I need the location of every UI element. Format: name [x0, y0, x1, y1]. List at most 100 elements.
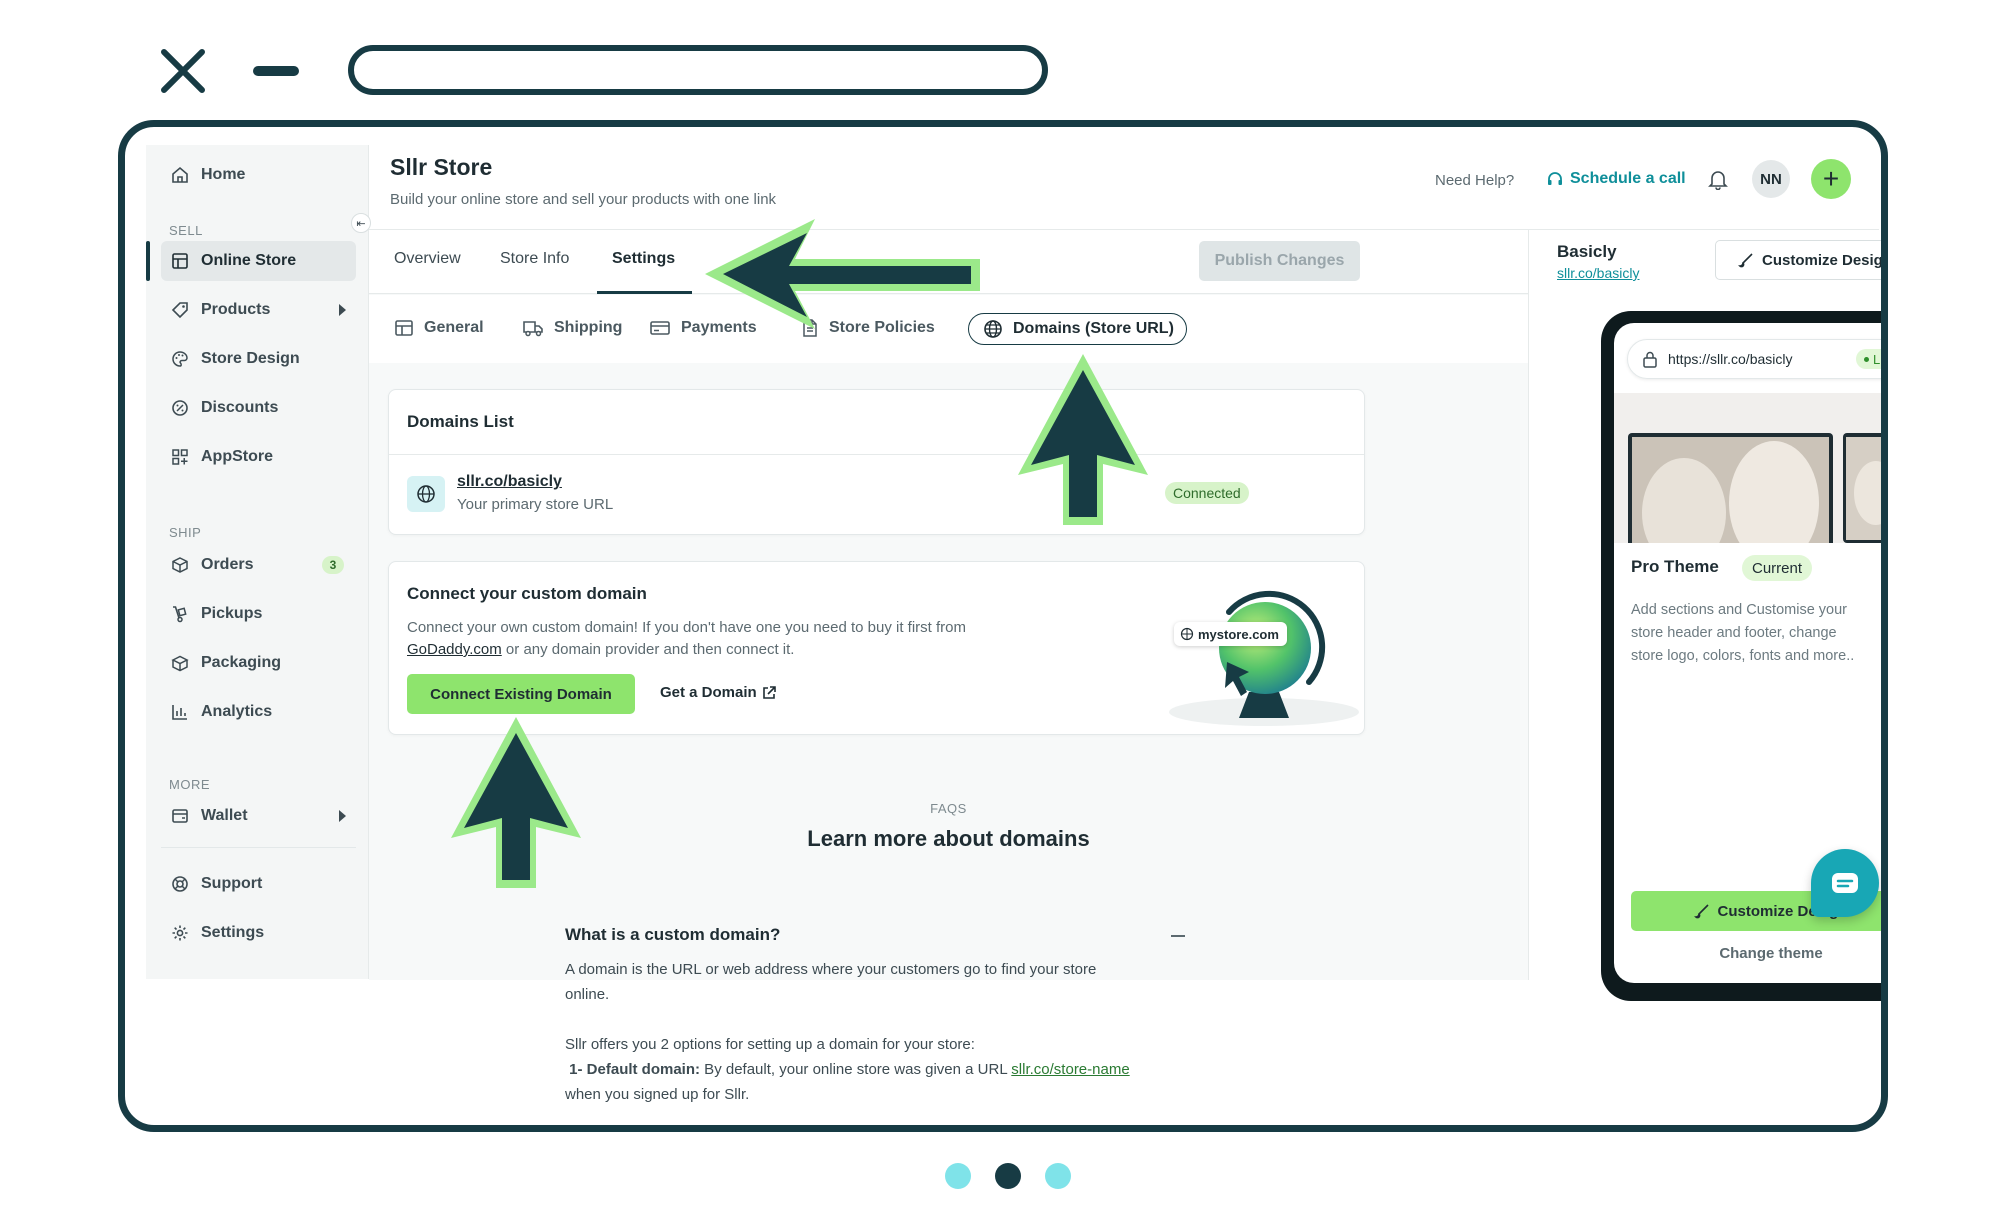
card-description: Connect your own custom domain! If you d…: [407, 617, 1067, 661]
pager-dot-active[interactable]: [995, 1163, 1021, 1189]
arrow-up-to-connect-icon: [451, 717, 581, 888]
globe-icon: [983, 319, 1003, 339]
section-label-sell: SELL: [169, 223, 203, 238]
caret-right-icon: [339, 810, 346, 822]
description-text: Connect your own custom domain! If you d…: [407, 619, 966, 636]
arrow-up-to-domains-icon: [1018, 354, 1148, 525]
tag-icon: [171, 301, 189, 319]
connect-existing-domain-button[interactable]: Connect Existing Domain: [407, 674, 635, 714]
sidebar-item-label: Home: [201, 166, 246, 183]
sidebar-item-store-design[interactable]: Store Design: [161, 339, 356, 379]
domain-link[interactable]: sllr.co/basicly: [457, 473, 562, 491]
sidebar-item-label: Packaging: [201, 654, 282, 671]
sidebar-item-home[interactable]: Home: [161, 155, 356, 195]
domains-list-card: Domains List sllr.co/basicly Your primar…: [388, 389, 1365, 535]
truck-icon: [522, 318, 544, 338]
faq-question[interactable]: What is a custom domain?: [565, 925, 780, 945]
domain-description: Your primary store URL: [457, 496, 614, 513]
change-theme-link[interactable]: Change theme: [1614, 945, 1881, 962]
store-icon: [394, 318, 414, 338]
sidebar-item-label: Products: [201, 301, 271, 318]
phone-address-bar: https://sllr.co/basicly Live: [1627, 339, 1884, 379]
tab-settings[interactable]: Settings: [612, 250, 675, 268]
sidebar-item-label: Store Design: [201, 350, 300, 367]
description-line: Add sections and Customise your: [1631, 602, 1847, 618]
chart-icon: [171, 703, 189, 721]
answer-text: A domain is the URL or web address where…: [565, 961, 1097, 978]
faq-answer: A domain is the URL or web address where…: [565, 957, 1205, 1107]
sidebar-item-discounts[interactable]: Discounts: [161, 388, 356, 428]
subtab-label: General: [424, 319, 484, 336]
answer-option: 1- Default domain: By default, your onli…: [565, 1057, 1205, 1082]
live-dot-icon: [1864, 356, 1869, 362]
theme-description: Add sections and Customise your store he…: [1631, 599, 1881, 668]
box-icon: [171, 556, 189, 574]
wallet-icon: [171, 807, 189, 825]
globe-icon: [1180, 627, 1194, 641]
answer-text: online.: [565, 986, 610, 1003]
pager-dot[interactable]: [945, 1163, 971, 1189]
divider: [389, 454, 1364, 455]
sidebar-item-label: Discounts: [201, 399, 279, 416]
sidebar-item-analytics[interactable]: Analytics: [161, 692, 356, 732]
tab-overview[interactable]: Overview: [394, 250, 461, 268]
collapse-sidebar-icon[interactable]: ⇤: [351, 213, 371, 233]
tab-store-info[interactable]: Store Info: [500, 250, 569, 268]
card-icon: [649, 318, 671, 338]
external-link-icon: [762, 685, 776, 699]
avatar[interactable]: NN: [1752, 160, 1790, 198]
page-title: Sllr Store: [390, 154, 493, 180]
address-bar[interactable]: [348, 45, 1048, 95]
subtab-label: Shipping: [554, 319, 623, 336]
sidebar-item-settings[interactable]: Settings: [161, 913, 356, 953]
sidebar-item-support[interactable]: Support: [161, 864, 356, 904]
godaddy-link[interactable]: GoDaddy.com: [407, 641, 502, 658]
dolly-icon: [171, 605, 189, 623]
theme-preview-graphic: [1628, 433, 1881, 573]
minimize-icon[interactable]: [253, 66, 299, 76]
mystore-tag: mystore.com: [1174, 622, 1287, 646]
lock-icon: [1643, 351, 1657, 368]
subtab-domains[interactable]: Domains (Store URL): [968, 313, 1187, 345]
subtab-general[interactable]: General: [394, 313, 484, 343]
sidebar-item-label: Analytics: [201, 703, 273, 720]
answer-text: Sllr offers you 2 options for setting up…: [565, 1036, 975, 1053]
panel-divider: [1528, 230, 1529, 980]
description-line: store header and footer, change: [1631, 625, 1837, 641]
sidebar-item-label: Pickups: [201, 605, 263, 622]
collapse-icon[interactable]: [1171, 935, 1185, 937]
apps-icon: [171, 448, 189, 466]
store-icon: [171, 252, 189, 270]
add-button[interactable]: +: [1811, 159, 1851, 199]
preview-store-name: Basicly: [1557, 242, 1617, 261]
chat-button[interactable]: [1811, 849, 1879, 917]
caret-right-icon: [339, 304, 346, 316]
live-label: Live: [1873, 351, 1884, 367]
store-name-link[interactable]: sllr.co/store-name: [1011, 1061, 1129, 1078]
bell-icon[interactable]: [1707, 168, 1729, 190]
subtab-shipping[interactable]: Shipping: [522, 313, 622, 343]
divider: [161, 847, 356, 848]
schedule-call-link[interactable]: Schedule a call: [1546, 170, 1686, 188]
customize-design-button[interactable]: Customize Design: [1715, 240, 1881, 280]
current-badge: Current: [1742, 555, 1813, 581]
sidebar-item-wallet[interactable]: Wallet: [161, 796, 356, 836]
sidebar-item-products[interactable]: Products: [161, 290, 356, 330]
live-badge: Live: [1856, 349, 1884, 369]
option-label: 1- Default domain:: [569, 1061, 701, 1078]
preview-store-link[interactable]: sllr.co/basicly: [1557, 265, 1639, 281]
publish-changes-button[interactable]: Publish Changes: [1199, 241, 1360, 281]
sidebar-item-appstore[interactable]: AppStore: [161, 437, 356, 477]
sidebar-item-pickups[interactable]: Pickups: [161, 594, 356, 634]
get-domain-link[interactable]: Get a Domain: [660, 684, 777, 701]
card-title: Domains List: [407, 412, 514, 431]
close-icon[interactable]: [160, 48, 206, 94]
theme-preview-image: [1614, 393, 1881, 573]
sidebar-item-online-store[interactable]: Online Store: [161, 241, 356, 281]
get-domain-label: Get a Domain: [660, 684, 757, 701]
sidebar-item-packaging[interactable]: Packaging: [161, 643, 356, 683]
custom-domain-card: Connect your custom domain Connect your …: [388, 561, 1365, 735]
status-badge: Connected: [1165, 482, 1249, 504]
sidebar-item-orders[interactable]: Orders 3: [161, 545, 356, 585]
pager-dot[interactable]: [1045, 1163, 1071, 1189]
